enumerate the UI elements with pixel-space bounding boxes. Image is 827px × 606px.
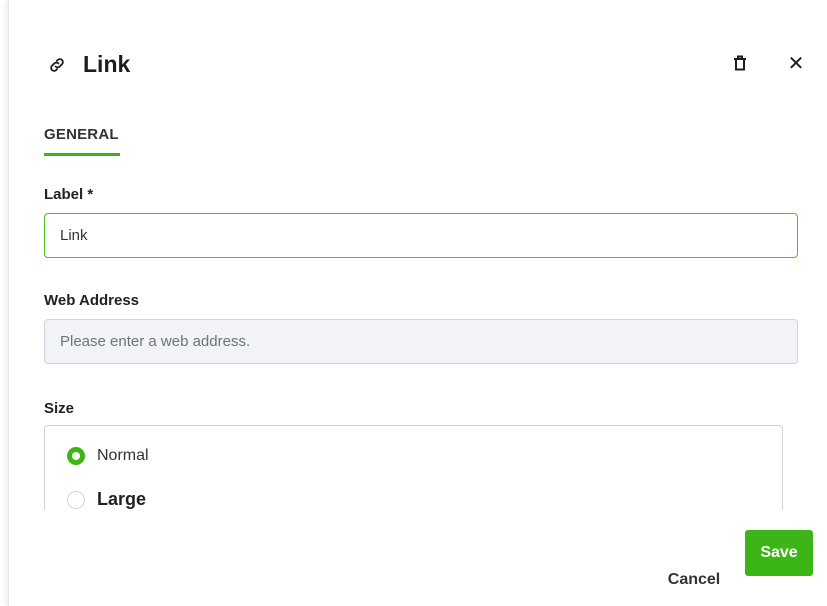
link-icon — [47, 55, 67, 75]
delete-button[interactable] — [727, 52, 753, 78]
web-address-input[interactable] — [44, 319, 798, 364]
close-icon: ✕ — [787, 52, 805, 75]
cancel-button[interactable]: Cancel — [654, 557, 734, 603]
radio-checked-icon[interactable] — [67, 447, 85, 465]
size-label: Size — [44, 400, 75, 417]
close-button[interactable]: ✕ — [783, 50, 809, 76]
size-option-large-label: Large — [97, 489, 147, 509]
label-field-label: Label * — [44, 186, 94, 203]
trash-icon — [733, 55, 747, 76]
web-address-label: Web Address — [44, 292, 140, 309]
size-option-normal[interactable]: Normal — [67, 447, 149, 465]
size-option-normal-label: Normal — [97, 447, 149, 464]
label-input[interactable] — [44, 213, 798, 258]
link-dialog: Link ✕ GENERAL Label * Web Address Size … — [8, 0, 827, 606]
save-button[interactable]: Save — [745, 530, 813, 576]
radio-unchecked-icon[interactable] — [67, 490, 85, 509]
tab-active-indicator — [44, 153, 120, 156]
size-option-large[interactable]: Large — [67, 489, 146, 510]
size-options: Normal Large — [44, 425, 783, 510]
tab-general[interactable]: GENERAL — [44, 126, 119, 143]
dialog-title: Link — [83, 51, 131, 77]
